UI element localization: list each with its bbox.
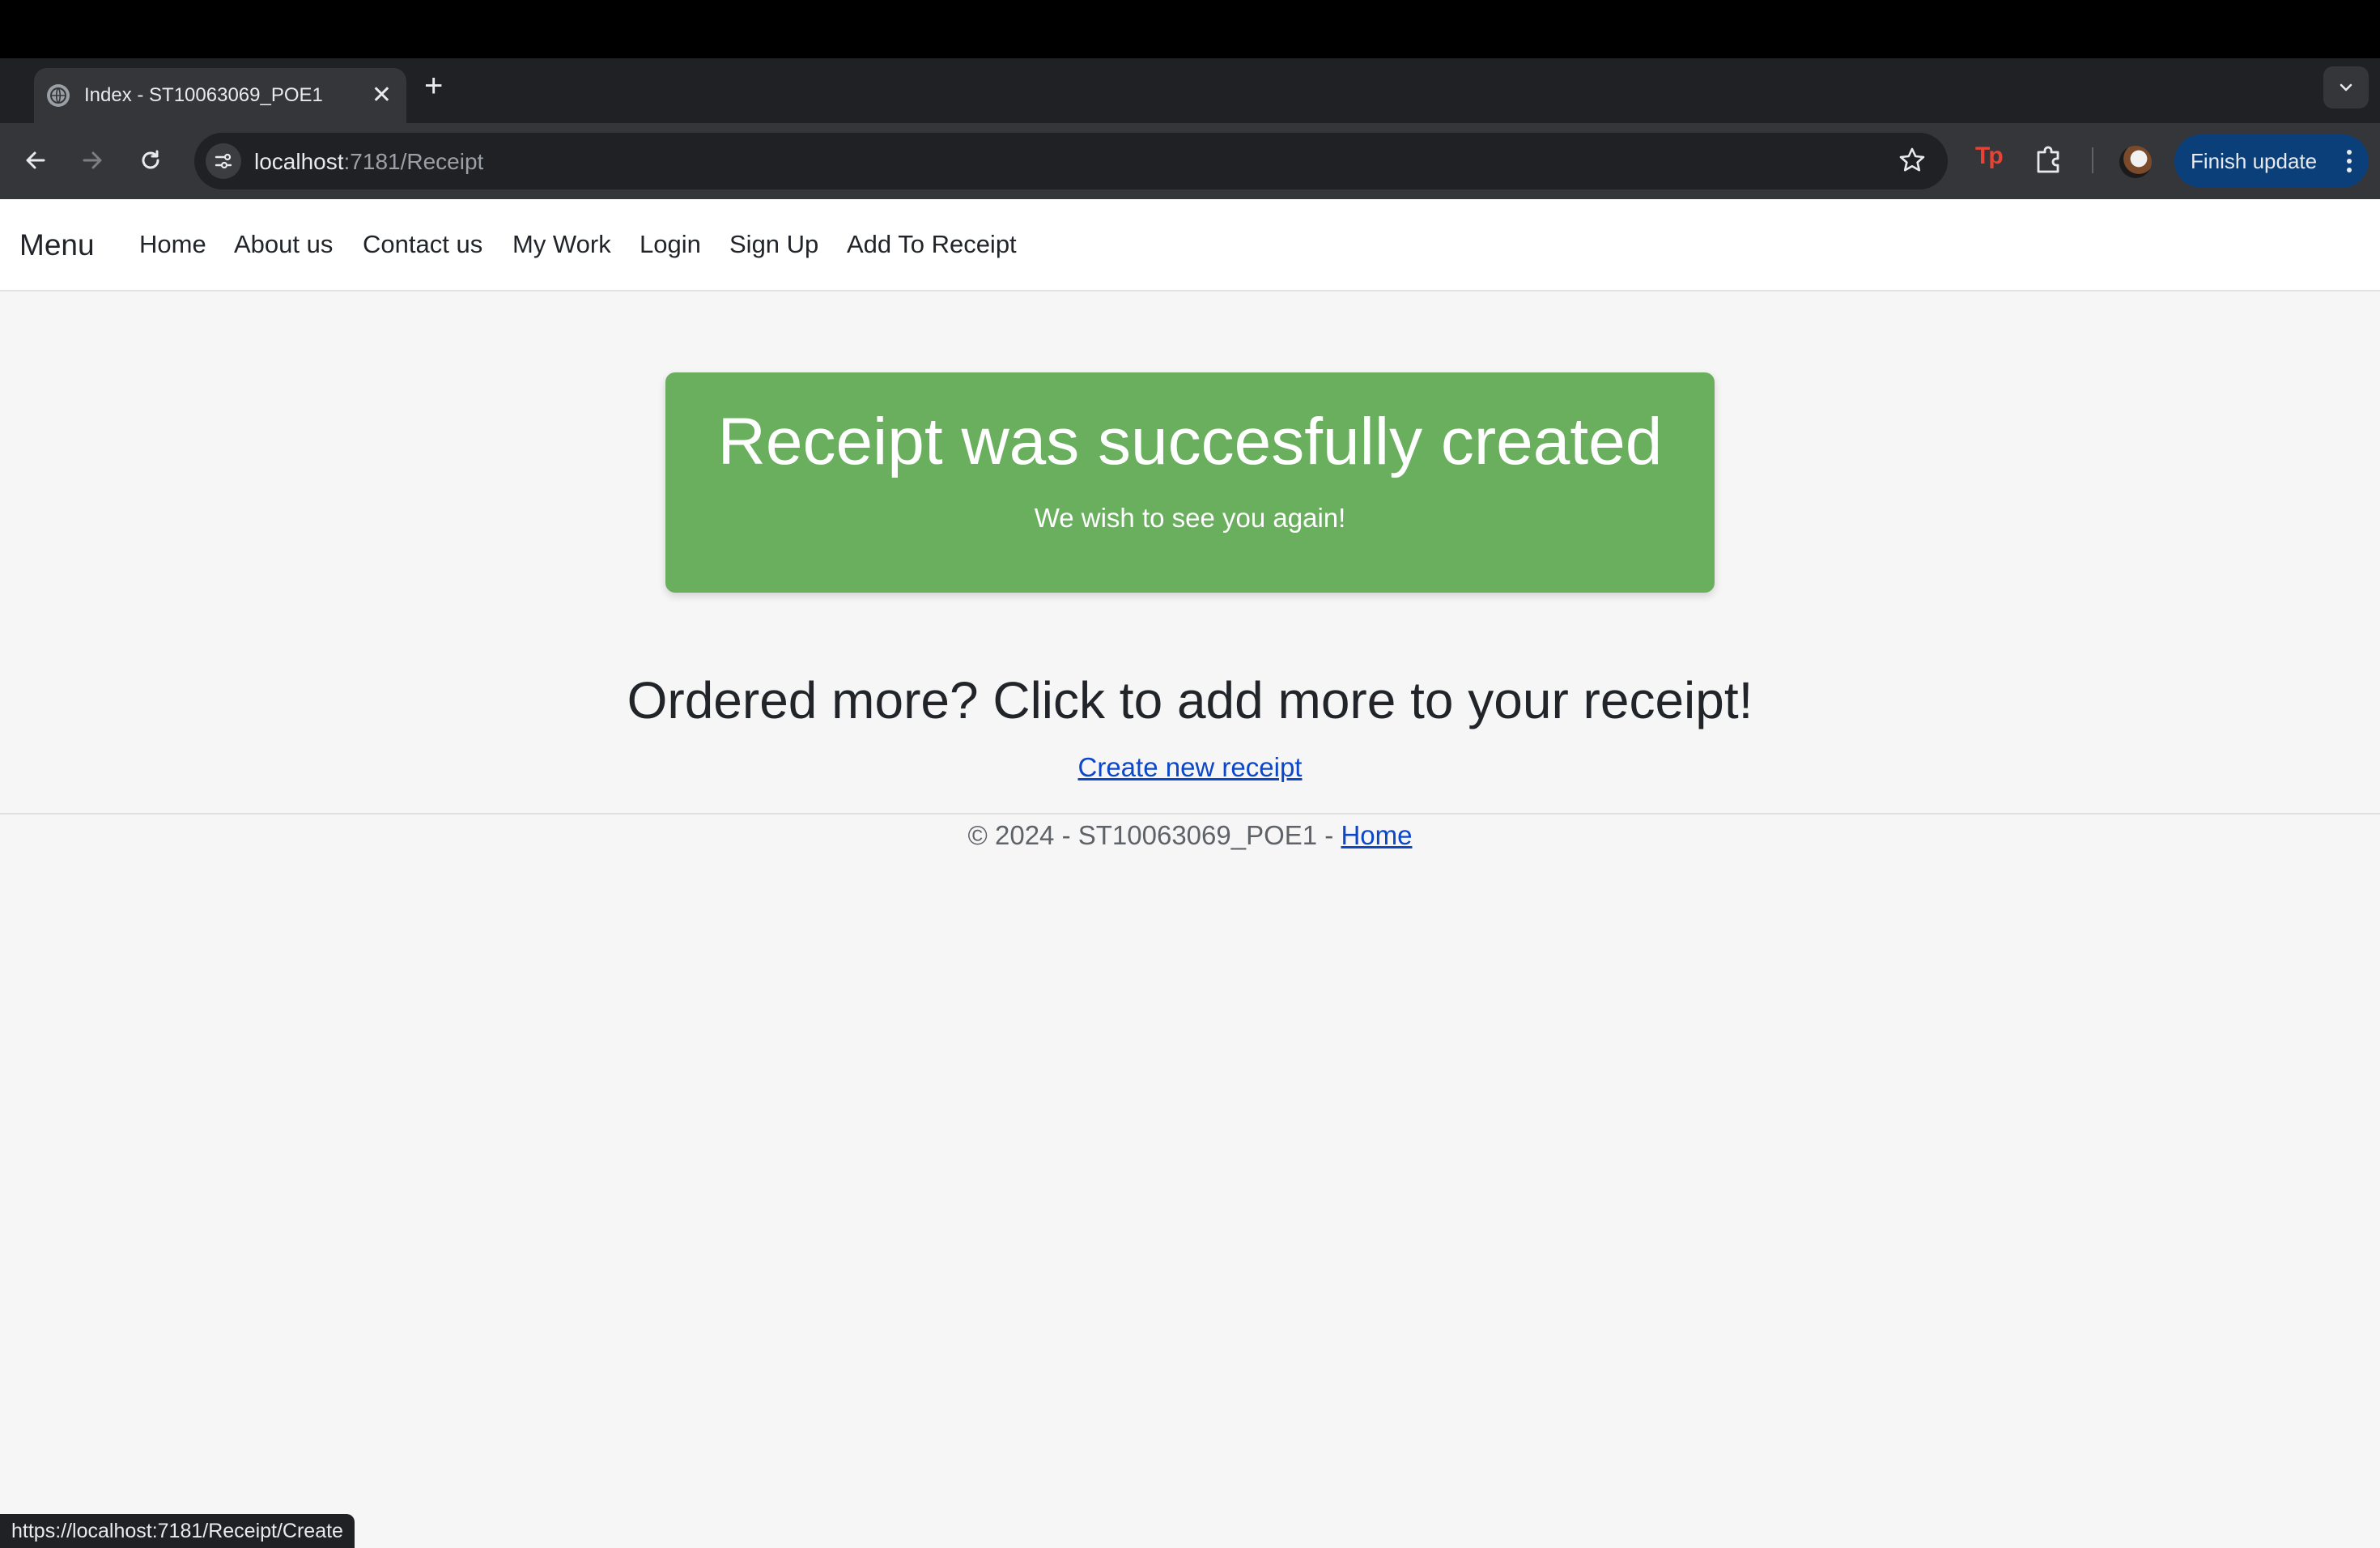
address-bar[interactable]: localhost:7181/Receipt	[194, 133, 1948, 189]
browser-toolbar: localhost:7181/Receipt	[0, 123, 2380, 199]
address-url: localhost:7181/Receipt	[254, 149, 483, 175]
plus-icon[interactable]: +	[424, 70, 443, 102]
chevron-down-icon[interactable]	[2323, 66, 2369, 108]
alert-title: Receipt was succesfully created	[717, 405, 1663, 478]
create-new-receipt-link[interactable]: Create new receipt	[1078, 752, 1303, 782]
create-link-wrapper: Create new receipt	[0, 751, 2380, 784]
url-host: localhost	[254, 149, 344, 174]
globe-icon	[47, 84, 70, 107]
more-vert-icon[interactable]	[2346, 148, 2352, 178]
nav-link-sign-up[interactable]: Sign Up	[729, 230, 818, 259]
alert-subtitle: We wish to see you again!	[1034, 503, 1346, 533]
navbar-brand[interactable]: Menu	[19, 228, 95, 262]
nav-link-about[interactable]: About us	[234, 230, 333, 259]
status-url-bubble: https://localhost:7181/Receipt/Create	[0, 1514, 355, 1548]
success-alert: Receipt was succesfully created We wish …	[665, 372, 1715, 593]
footer-text: © 2024 - ST10063069_POE1 -	[967, 820, 1341, 850]
back-icon[interactable]	[16, 141, 55, 180]
nav-link-login[interactable]: Login	[640, 230, 701, 259]
nav-link-home[interactable]: Home	[139, 230, 206, 259]
site-info-icon[interactable]	[206, 143, 241, 179]
footer-divider	[0, 813, 2380, 814]
browser-tab-active[interactable]: Index - ST10063069_POE1 ✕	[34, 68, 406, 123]
site-navbar: Menu Home About us Contact us My Work Lo…	[0, 199, 2380, 291]
forward-icon[interactable]	[73, 141, 112, 180]
footer-home-link[interactable]: Home	[1341, 820, 1412, 850]
system-bar	[0, 0, 2380, 58]
nav-link-contact[interactable]: Contact us	[363, 230, 482, 259]
reload-icon[interactable]	[131, 141, 170, 180]
footer: © 2024 - ST10063069_POE1 - Home	[0, 819, 2380, 852]
nav-link-my-work[interactable]: My Work	[512, 230, 611, 259]
finish-update-button[interactable]: Finish update	[2174, 134, 2369, 188]
url-path: :7181/Receipt	[343, 149, 484, 174]
star-icon[interactable]	[1898, 146, 1927, 179]
tab-strip: Index - ST10063069_POE1 ✕ +	[0, 58, 2380, 123]
puzzle-icon[interactable]	[2032, 142, 2064, 179]
avatar[interactable]	[2119, 146, 2152, 178]
extension-icon[interactable]: Tp	[1975, 142, 2004, 170]
cta-heading: Ordered more? Click to add more to your …	[627, 671, 1753, 729]
close-icon[interactable]: ✕	[372, 83, 392, 108]
nav-link-add-to-receipt[interactable]: Add To Receipt	[847, 230, 1017, 259]
tab-title: Index - ST10063069_POE1	[84, 84, 323, 106]
finish-update-label: Finish update	[2191, 148, 2318, 173]
toolbar-divider	[2092, 147, 2093, 173]
